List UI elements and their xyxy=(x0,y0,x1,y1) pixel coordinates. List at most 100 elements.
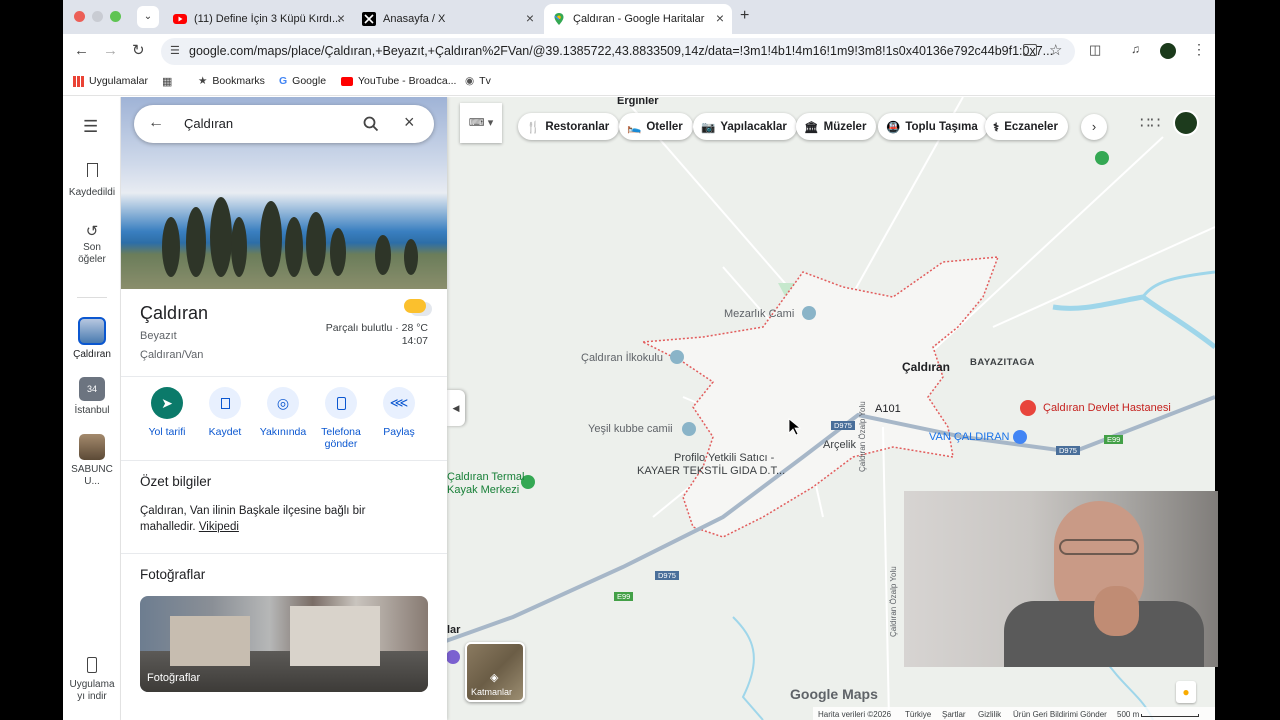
close-tab-icon[interactable]: × xyxy=(526,10,534,26)
rail-label: Son öğeler xyxy=(78,242,106,265)
photos-overlay-label: Fotoğraflar xyxy=(147,672,201,684)
rail-label: SABUNC U... xyxy=(71,464,113,487)
road-shield-e99: E99 xyxy=(1104,435,1124,444)
rail-istanbul[interactable]: 34 İstanbul xyxy=(63,377,121,417)
action-label: Yakınında xyxy=(259,426,307,438)
map-label-yesil-kubbe[interactable]: Yeşil kubbe camii xyxy=(588,423,673,435)
search-icon[interactable] xyxy=(363,116,379,132)
rail-divider xyxy=(77,297,107,298)
rail-get-app[interactable]: Uygulama yı indir xyxy=(63,657,121,703)
building xyxy=(170,616,250,666)
url-text: google.com/maps/place/Çaldıran,+Beyazıt,… xyxy=(189,44,1054,58)
save-button[interactable]: Kaydet xyxy=(193,387,257,438)
bookmark-youtube[interactable]: YouTube - Broadca... xyxy=(341,75,456,87)
footer-terms[interactable]: Şartlar xyxy=(942,710,966,719)
map-label-profilo[interactable]: Profilo Yetkili Satıcı - xyxy=(674,452,774,464)
close-window-button[interactable] xyxy=(74,11,85,22)
send-to-phone-button[interactable]: Telefona gönder xyxy=(309,387,373,450)
search-input[interactable]: Çaldıran xyxy=(184,116,233,131)
profile-avatar[interactable] xyxy=(1160,43,1176,59)
map-label-van-caldiran[interactable]: VAN ÇALDIRAN xyxy=(929,431,1009,443)
chip-transit[interactable]: 🚇 Toplu Taşıma xyxy=(878,113,988,140)
media-control-icon[interactable]: ♫ xyxy=(1131,42,1140,56)
chrome-menu-icon[interactable]: ⋮ xyxy=(1192,41,1206,58)
bookmark-bookmarks[interactable]: ★ Bookmarks xyxy=(198,75,265,87)
map-label-mezarlik-cami[interactable]: Mezarlık Cami xyxy=(724,308,794,320)
chip-restaurants[interactable]: 🍴 Restoranlar xyxy=(518,113,620,140)
bookmark-apps[interactable]: Uygulamalar xyxy=(73,75,148,87)
bookmark-label: YouTube - Broadca... xyxy=(358,75,457,87)
search-box[interactable]: ← Çaldıran × xyxy=(134,105,434,143)
map-label-ilkokulu[interactable]: Çaldıran İlkokulu xyxy=(581,352,663,364)
chip-label: Yapılacaklar xyxy=(720,120,787,133)
footer-country[interactable]: Türkiye xyxy=(905,710,931,719)
site-info-icon[interactable]: ☰ xyxy=(170,38,180,65)
bookmark-star-icon[interactable]: ☆ xyxy=(1049,41,1062,59)
address-bar[interactable]: ☰ google.com/maps/place/Çaldıran,+Beyazı… xyxy=(161,38,1075,65)
pegman-icon[interactable]: ● xyxy=(1176,681,1196,703)
forward-icon[interactable]: → xyxy=(103,42,118,59)
divider xyxy=(121,460,447,461)
new-tab-icon[interactable]: + xyxy=(740,7,749,25)
footer-map-data[interactable]: Harita verileri ©2026 xyxy=(818,710,891,719)
tab-google-maps[interactable]: Çaldıran - Google Haritalar × xyxy=(544,4,732,34)
bookmark-tv[interactable]: ◉ Tv xyxy=(465,75,491,87)
star-icon: ★ xyxy=(198,75,208,87)
directions-icon: ➤ xyxy=(151,387,183,419)
share-button[interactable]: ⋘ Paylaş xyxy=(367,387,431,438)
chip-hotels[interactable]: 🛌 Oteller xyxy=(619,113,693,140)
close-tab-icon[interactable]: × xyxy=(716,10,724,26)
map-label-a101[interactable]: A101 xyxy=(875,403,901,415)
museum-icon: 🏛 xyxy=(804,121,819,134)
bookmarks-bar: Uygulamalar ▦ ★ Bookmarks G Google YouTu… xyxy=(63,68,1215,96)
map-label-kayaer[interactable]: KAYAER TEKSTİL GIDA D.T... xyxy=(637,465,785,477)
chip-things-to-do[interactable]: 📷 Yapılacaklar xyxy=(693,113,797,140)
chip-pharmacies[interactable]: ⚕ Eczaneler xyxy=(985,113,1068,140)
collapse-panel-button[interactable]: ◀ xyxy=(447,390,465,426)
google-maps-logo: Google Maps xyxy=(790,686,878,702)
footer-privacy[interactable]: Gizlilik xyxy=(978,710,1001,719)
tab-x[interactable]: Anasayfa / X × xyxy=(354,4,542,34)
map-label-kayak[interactable]: Kayak Merkezi xyxy=(447,484,519,496)
directions-button[interactable]: ➤ Yol tarifi xyxy=(135,387,199,438)
clear-search-icon[interactable]: × xyxy=(404,112,415,133)
bookmark-label: Uygulamalar xyxy=(89,75,148,87)
chip-label: Restoranlar xyxy=(545,120,610,133)
photos-thumbnail[interactable]: Fotoğraflar xyxy=(140,596,428,692)
chip-museums[interactable]: 🏛 Müzeler xyxy=(796,113,877,140)
layers-button[interactable]: ◈ Katmanlar xyxy=(465,642,525,702)
rail-recents[interactable]: ↺ Son öğeler xyxy=(63,224,121,266)
map-label-hastane[interactable]: Çaldıran Devlet Hastanesi xyxy=(1043,402,1171,414)
google-apps-icon[interactable]: ∷∷ xyxy=(1140,113,1160,133)
map-label-arcelik[interactable]: Arçelik xyxy=(823,439,856,451)
menu-icon[interactable]: ☰ xyxy=(83,117,98,137)
back-icon[interactable]: ← xyxy=(74,42,89,59)
footer-feedback[interactable]: Ürün Geri Bildirimi Gönder xyxy=(1013,710,1107,719)
map-label-termal[interactable]: Çaldıran Termal xyxy=(447,471,524,483)
chips-next-button[interactable]: › xyxy=(1081,114,1107,140)
wikipedia-link[interactable]: Vikipedi xyxy=(199,521,239,533)
reload-icon[interactable]: ↻ xyxy=(132,41,145,59)
rail-saved[interactable]: Kaydedildi xyxy=(63,163,121,199)
tab-youtube[interactable]: (11) Define İçin 3 Küpü Kırdı... × xyxy=(165,4,353,34)
webcam-overlay xyxy=(904,491,1218,667)
rail-caldiran[interactable]: Çaldıran xyxy=(63,317,121,361)
rail-sabunc[interactable]: SABUNC U... xyxy=(63,434,121,488)
install-app-icon[interactable] xyxy=(1023,44,1037,56)
tab-search-button[interactable]: ⌄ xyxy=(137,6,159,28)
bookmark-label: Google xyxy=(292,75,327,87)
minimize-window-button[interactable] xyxy=(92,11,103,22)
account-avatar[interactable] xyxy=(1173,110,1199,136)
footer-scale[interactable]: 500 m xyxy=(1117,710,1139,719)
action-label: Telefona gönder xyxy=(321,426,361,450)
keyboard-shortcut-button[interactable]: ⌨ ▾ xyxy=(460,103,502,143)
extensions-icon[interactable]: ◫ xyxy=(1089,42,1101,58)
divider xyxy=(121,553,447,554)
nearby-button[interactable]: ◎ Yakınında xyxy=(251,387,315,438)
close-tab-icon[interactable]: × xyxy=(337,10,345,26)
bookmark-google[interactable]: G Google xyxy=(279,75,326,87)
phone-send-icon xyxy=(325,387,357,419)
back-arrow-icon[interactable]: ← xyxy=(148,114,164,132)
maximize-window-button[interactable] xyxy=(110,11,121,22)
tab-groups-icon[interactable]: ▦ xyxy=(162,75,172,88)
